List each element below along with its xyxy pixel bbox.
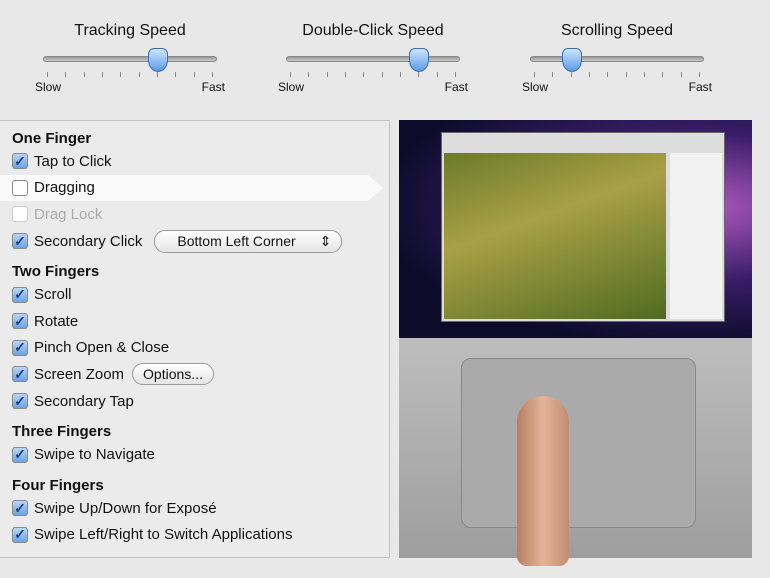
checkbox-checked-icon: ✓ (12, 446, 28, 463)
tick-mark (698, 72, 700, 77)
tick-mark (193, 72, 195, 77)
checkbox-checked-icon: ✓ (12, 393, 28, 410)
tap-to-click-checkbox[interactable]: ✓ Tap to Click (0, 148, 389, 175)
tick-mark (156, 72, 158, 77)
gesture-settings-panel: One Finger ✓ Tap to Click Dragging Drag L… (0, 120, 390, 558)
screen-zoom-checkbox[interactable]: ✓ Screen Zoom Options... (0, 361, 389, 388)
tick-mark (625, 72, 627, 77)
slider-min-label: Slow (278, 80, 305, 94)
slider-ticks (47, 72, 213, 78)
slider-ticks (290, 72, 456, 78)
swipe-switch-apps-checkbox[interactable]: ✓ Swipe Left/Right to Switch Applications (0, 522, 389, 549)
slider-min-label: Slow (35, 80, 62, 94)
tick-mark (120, 72, 122, 77)
tick-mark (534, 72, 535, 77)
tick-mark (680, 72, 682, 77)
preview-trackpad-area (399, 338, 752, 566)
checkbox-checked-icon: ✓ (12, 366, 28, 383)
tick-mark (211, 72, 213, 77)
tick-mark (363, 72, 365, 77)
pinch-checkbox[interactable]: ✓ Pinch Open & Close (0, 335, 389, 362)
preview-sidebar (670, 153, 722, 319)
rotate-checkbox[interactable]: ✓ Rotate (0, 308, 389, 335)
tick-mark (399, 72, 401, 77)
preview-photo (444, 153, 666, 319)
slider-max-label: Fast (444, 80, 468, 94)
tick-mark (418, 72, 420, 77)
screen-zoom-options-button[interactable]: Options... (132, 363, 214, 386)
preview-screen (399, 120, 752, 338)
section-one-finger: One Finger (12, 130, 92, 147)
double-click-speed-slider-group: Double-Click Speed Slow Fast (278, 22, 468, 94)
tick-mark (607, 72, 609, 77)
tick-mark (436, 72, 438, 77)
swipe-expose-checkbox[interactable]: ✓ Swipe Up/Down for Exposé (0, 495, 389, 522)
secondary-tap-checkbox[interactable]: ✓ Secondary Tap (0, 388, 389, 415)
tick-mark (326, 72, 328, 77)
trackpad-image (461, 358, 696, 528)
slider-ticks (534, 72, 700, 78)
checkbox-checked-icon: ✓ (12, 500, 28, 517)
tick-mark (175, 72, 177, 77)
tick-mark (290, 72, 291, 77)
section-three-fingers: Three Fingers (12, 423, 112, 441)
tick-mark (47, 72, 48, 77)
slider-title: Tracking Speed (74, 22, 186, 39)
checkbox-checked-icon: ✓ (12, 153, 28, 170)
tick-mark (138, 72, 140, 77)
slider-max-label: Fast (201, 80, 225, 94)
tick-mark (83, 72, 85, 77)
finger-image (517, 396, 569, 566)
section-two-fingers: Two Fingers (12, 263, 100, 281)
section-four-fingers: Four Fingers (12, 476, 104, 494)
checkbox-checked-icon: ✓ (12, 286, 28, 303)
secondary-click-checkbox[interactable]: ✓ Secondary Click Bottom Left Corner ⇕ (0, 228, 389, 255)
tick-mark (101, 72, 103, 77)
tick-mark (662, 72, 664, 77)
slider-thumb[interactable] (147, 48, 168, 72)
tick-mark (454, 72, 456, 77)
tick-mark (643, 72, 645, 77)
tick-mark (570, 72, 572, 77)
updown-arrows-icon: ⇕ (319, 232, 332, 249)
slider-track[interactable] (43, 48, 217, 72)
scrolling-speed-slider-group: Scrolling Speed Slow Fast (522, 22, 712, 94)
preview-window (441, 132, 725, 322)
slider-min-label: Slow (522, 80, 549, 94)
slider-track[interactable] (530, 48, 704, 72)
tick-mark (381, 72, 383, 77)
scroll-checkbox[interactable]: ✓ Scroll (0, 281, 389, 308)
tick-mark (65, 72, 67, 77)
tick-mark (552, 72, 554, 77)
tracking-speed-slider-group: Tracking Speed Slow Fast (35, 22, 225, 94)
tick-mark (344, 72, 346, 77)
secondary-click-popup[interactable]: Bottom Left Corner ⇕ (154, 229, 343, 253)
slider-thumb[interactable] (562, 48, 583, 72)
slider-title: Double-Click Speed (302, 22, 444, 39)
checkbox-checked-icon: ✓ (12, 526, 28, 543)
checkbox-checked-icon: ✓ (12, 313, 28, 330)
drag-lock-checkbox[interactable]: Drag Lock (0, 201, 389, 228)
tick-mark (588, 72, 590, 77)
checkbox-unchecked-icon (12, 206, 28, 223)
checkbox-checked-icon: ✓ (12, 339, 28, 356)
swipe-to-navigate-checkbox[interactable]: ✓ Swipe to Navigate (0, 441, 389, 468)
checkbox-unchecked-icon (12, 179, 28, 196)
tick-mark (308, 72, 310, 77)
slider-thumb[interactable] (409, 48, 430, 72)
slider-max-label: Fast (688, 80, 712, 94)
checkbox-checked-icon: ✓ (12, 233, 28, 250)
gesture-preview-video (399, 120, 752, 566)
slider-title: Scrolling Speed (560, 22, 674, 39)
slider-track[interactable] (286, 48, 460, 72)
dragging-checkbox[interactable]: Dragging (0, 174, 383, 202)
